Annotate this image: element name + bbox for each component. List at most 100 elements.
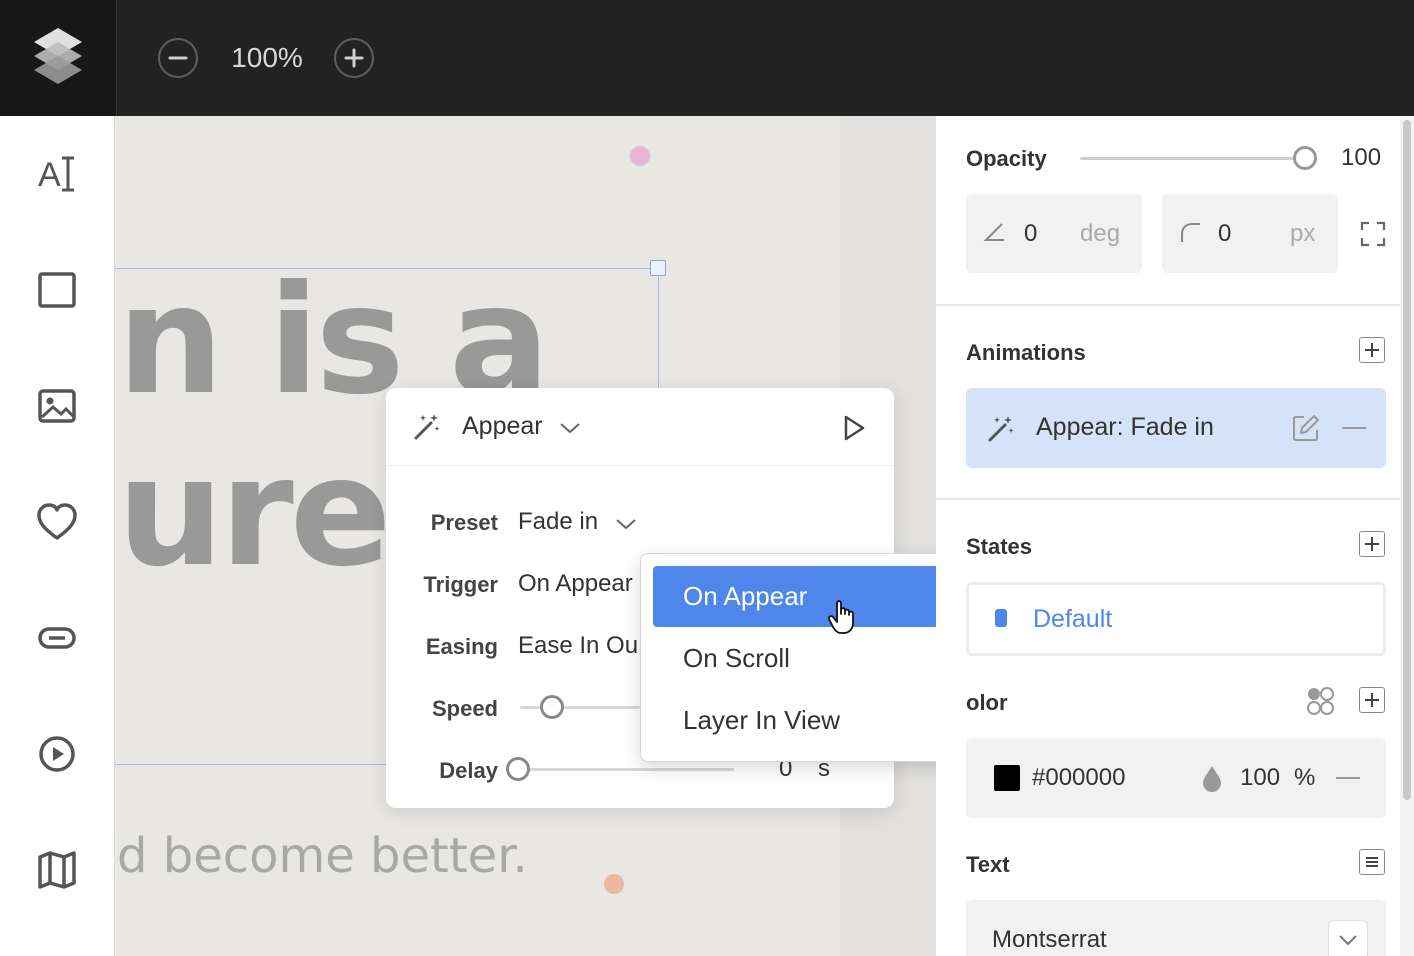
map-icon bbox=[38, 851, 76, 889]
color-opacity-unit: % bbox=[1294, 764, 1316, 791]
color-swatch[interactable] bbox=[994, 765, 1020, 791]
selection-outline bbox=[115, 268, 659, 269]
image-tool-button[interactable] bbox=[33, 382, 81, 430]
section-divider bbox=[936, 304, 1400, 306]
rotation-value[interactable]: 0 bbox=[1024, 220, 1037, 248]
delay-label: Delay bbox=[439, 758, 498, 783]
top-toolbar: 100% bbox=[0, 0, 1414, 116]
rotation-input[interactable]: 0 deg bbox=[966, 194, 1142, 273]
states-label: States bbox=[966, 534, 1033, 559]
zoom-out-button[interactable] bbox=[158, 38, 198, 78]
zoom-level[interactable]: 100% bbox=[222, 38, 312, 78]
canvas-subtext[interactable]: d become better. bbox=[117, 828, 528, 884]
button-shape-icon bbox=[38, 627, 76, 649]
opacity-value[interactable]: 100 bbox=[1341, 144, 1381, 172]
selection-outline bbox=[658, 268, 659, 388]
hand-cursor-icon bbox=[827, 600, 854, 634]
add-state-button[interactable] bbox=[1359, 531, 1385, 557]
properties-panel: Opacity 100 0 deg 0 px Animations Appear… bbox=[936, 116, 1414, 956]
opacity-slider-track[interactable] bbox=[1080, 157, 1306, 160]
magic-wand-icon bbox=[414, 414, 440, 440]
rectangle-tool-button[interactable] bbox=[33, 266, 81, 314]
chevron-down-icon bbox=[1339, 935, 1357, 946]
animation-type-select[interactable]: Appear bbox=[462, 412, 543, 441]
section-divider bbox=[936, 498, 1400, 500]
left-toolbar: A bbox=[0, 116, 115, 956]
delay-slider-handle[interactable] bbox=[506, 757, 530, 781]
edit-icon[interactable] bbox=[1290, 412, 1322, 444]
layers-logo-icon bbox=[34, 28, 82, 84]
trigger-label: Trigger bbox=[423, 572, 498, 597]
scrollbar-thumb[interactable] bbox=[1403, 120, 1411, 800]
align-lines-icon bbox=[1366, 857, 1378, 867]
canvas-heading-line2[interactable]: ure bbox=[117, 438, 391, 588]
easing-label: Easing bbox=[425, 634, 498, 659]
zoom-in-button[interactable] bbox=[334, 38, 374, 78]
color-fill-row[interactable]: #000000 100 % bbox=[966, 738, 1386, 818]
expand-corners-icon[interactable] bbox=[1359, 220, 1387, 248]
minus-icon bbox=[168, 56, 188, 60]
opacity-label: Opacity bbox=[966, 146, 1047, 171]
corner-radius-value[interactable]: 0 bbox=[1218, 220, 1231, 248]
font-family-dropdown-button[interactable] bbox=[1328, 920, 1368, 956]
angle-icon bbox=[983, 223, 1004, 241]
rotation-unit: deg bbox=[1080, 220, 1121, 247]
state-indicator bbox=[995, 609, 1007, 627]
add-animation-button[interactable] bbox=[1359, 337, 1385, 363]
text-align-button[interactable] bbox=[1359, 849, 1385, 875]
opacity-drop-icon bbox=[1203, 766, 1221, 792]
font-family-select[interactable]: Montserrat bbox=[966, 900, 1386, 956]
app-logo[interactable] bbox=[0, 0, 117, 116]
font-family-value: Montserrat bbox=[992, 926, 1107, 953]
selection-outline bbox=[115, 764, 387, 765]
trigger-select[interactable]: On Appear bbox=[518, 570, 633, 598]
easing-select[interactable]: Ease In Ou bbox=[518, 632, 638, 660]
text-cursor-icon: A bbox=[38, 156, 74, 194]
decorative-dot bbox=[604, 874, 624, 894]
heart-icon bbox=[37, 503, 77, 540]
speed-slider-handle[interactable] bbox=[540, 695, 564, 719]
panel-scrollbar[interactable] bbox=[1400, 116, 1414, 956]
remove-icon[interactable] bbox=[1340, 416, 1368, 440]
text-tool-button[interactable]: A bbox=[33, 150, 81, 198]
resize-handle[interactable] bbox=[650, 260, 666, 276]
color-styles-icon[interactable] bbox=[1306, 686, 1334, 716]
decorative-dot bbox=[630, 146, 650, 166]
animation-item[interactable]: Appear: Fade in bbox=[966, 388, 1386, 468]
animations-label: Animations bbox=[966, 340, 1086, 365]
plus-icon bbox=[1365, 343, 1379, 357]
plus-icon bbox=[344, 48, 364, 68]
corner-radius-unit: px bbox=[1290, 220, 1316, 247]
square-icon bbox=[38, 272, 76, 308]
animation-item-label: Appear: Fade in bbox=[1036, 413, 1214, 441]
speed-label: Speed bbox=[431, 696, 498, 721]
preset-select[interactable]: Fade in bbox=[518, 508, 598, 536]
play-circle-icon bbox=[39, 736, 75, 772]
plus-icon bbox=[1365, 537, 1379, 551]
video-tool-button[interactable] bbox=[33, 730, 81, 778]
svg-text:A: A bbox=[38, 156, 61, 194]
text-label: Text bbox=[966, 852, 1010, 877]
delay-slider-track[interactable] bbox=[520, 768, 734, 771]
color-hex-value[interactable]: #000000 bbox=[1032, 764, 1125, 792]
chevron-down-icon[interactable] bbox=[558, 418, 582, 438]
color-opacity-value[interactable]: 100 bbox=[1240, 764, 1280, 792]
plus-icon bbox=[1365, 693, 1379, 707]
add-color-button[interactable] bbox=[1359, 687, 1385, 713]
corner-radius-input[interactable]: 0 px bbox=[1162, 194, 1338, 273]
color-label: olor bbox=[966, 690, 1008, 715]
speed-slider-track[interactable] bbox=[520, 706, 640, 709]
state-item-default[interactable]: Default bbox=[966, 582, 1386, 656]
map-tool-button[interactable] bbox=[33, 846, 81, 894]
preset-label: Preset bbox=[430, 510, 498, 535]
corner-radius-icon bbox=[1181, 223, 1200, 242]
image-icon bbox=[38, 389, 76, 423]
magic-wand-icon bbox=[988, 416, 1014, 442]
play-preview-icon[interactable] bbox=[841, 414, 867, 442]
state-label: Default bbox=[1033, 605, 1113, 633]
icon-tool-button[interactable] bbox=[33, 498, 81, 546]
chevron-down-icon[interactable] bbox=[614, 514, 638, 534]
button-tool-button[interactable] bbox=[33, 614, 81, 662]
opacity-slider-handle[interactable] bbox=[1293, 146, 1317, 170]
remove-icon[interactable] bbox=[1334, 766, 1362, 790]
